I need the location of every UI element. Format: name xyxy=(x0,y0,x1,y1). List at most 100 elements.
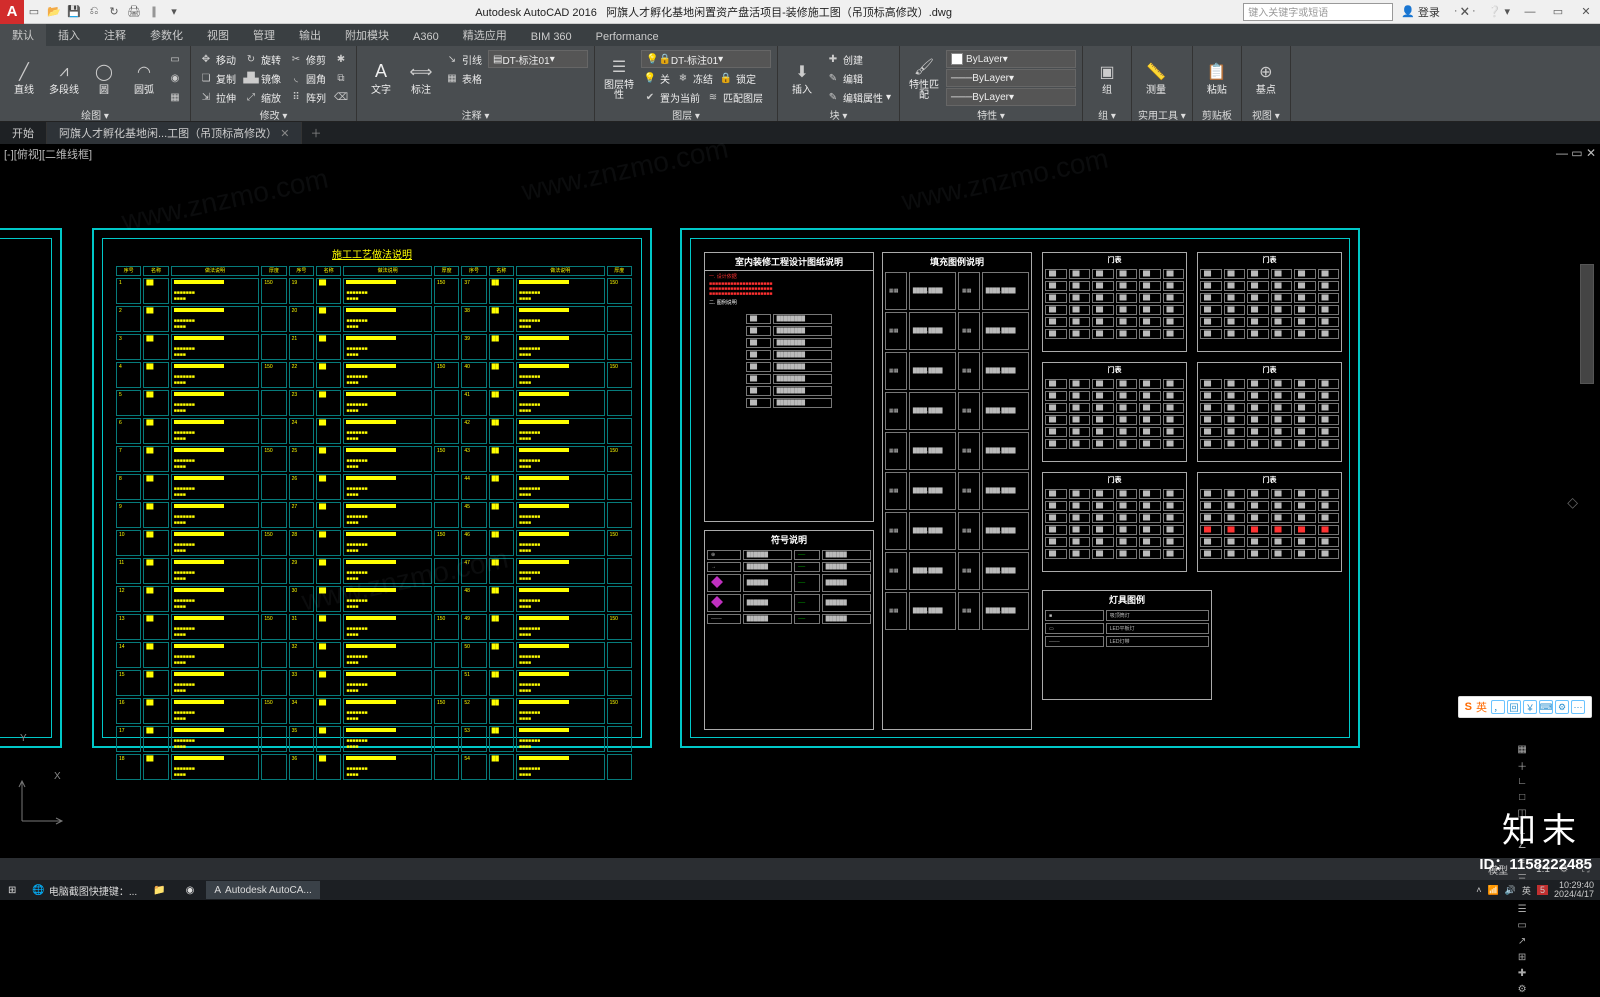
dim-style-combo[interactable]: ▤ DT-标注01 ▾ xyxy=(488,50,588,68)
ime-chip[interactable]: ， xyxy=(1491,700,1505,714)
status-toggle[interactable]: ∟ xyxy=(1514,773,1530,789)
tool-move[interactable]: ✥移动 xyxy=(197,50,238,68)
viewport-controls[interactable]: — ▭ ✕ xyxy=(1556,146,1596,160)
block-edit[interactable]: ✎编辑 xyxy=(824,69,893,87)
tool-line[interactable]: ╱直线 xyxy=(6,48,42,107)
block-create[interactable]: ✚创建 xyxy=(824,50,893,68)
ribbon-tab[interactable]: 插入 xyxy=(46,24,92,46)
tool-offset[interactable]: ⧉ xyxy=(332,69,350,87)
qat-button[interactable]: 💾 xyxy=(64,2,84,22)
status-toggle[interactable]: ⚙ xyxy=(1514,981,1530,997)
ribbon-tab[interactable]: 管理 xyxy=(241,24,287,46)
taskbar-item[interactable]: AAutodesk AutoCA... xyxy=(206,881,319,899)
tool-basepoint[interactable]: ⊕基点 xyxy=(1248,48,1284,107)
status-toggle[interactable]: ＋ xyxy=(1514,757,1530,773)
tool-leader[interactable]: ↘引线 xyxy=(443,50,484,68)
tool-stretch[interactable]: ⇲拉伸 xyxy=(197,88,238,106)
minimize-button[interactable]: — xyxy=(1516,2,1544,22)
ribbon-tab[interactable]: 精选应用 xyxy=(451,24,519,46)
tool-trim[interactable]: ✂修剪 xyxy=(287,50,328,68)
ribbon-tab[interactable]: 视图 xyxy=(195,24,241,46)
tool-arc[interactable]: ◠圆弧 xyxy=(126,48,162,107)
ime-chip[interactable]: ⋯ xyxy=(1571,700,1585,714)
ime-bar[interactable]: S英 ，回￥⌨⚙⋯ xyxy=(1458,696,1592,718)
layer-combo[interactable]: 💡🔒 DT-标注01 ▾ xyxy=(641,50,771,68)
panel-label[interactable]: 组 ▾ xyxy=(1089,107,1125,121)
tool-fillet[interactable]: ◟圆角 xyxy=(287,69,328,87)
tool-explode[interactable]: ✱ xyxy=(332,50,350,68)
ribbon-tab[interactable]: Performance xyxy=(584,28,671,46)
tray-badge[interactable]: 5 xyxy=(1537,885,1548,895)
taskbar-item[interactable]: ◉ xyxy=(178,881,207,899)
layer-setcurrent[interactable]: ✔置为当前 xyxy=(641,88,702,106)
app-menu-button[interactable]: A xyxy=(0,0,24,24)
status-toggle[interactable]: ✚ xyxy=(1514,965,1530,981)
tool-erase[interactable]: ⌫ xyxy=(332,88,350,106)
qat-button[interactable]: ↻ xyxy=(104,2,124,22)
tool-circle[interactable]: ◯圆 xyxy=(86,48,122,107)
ribbon-tab[interactable]: 默认 xyxy=(0,24,46,46)
tool-dimension[interactable]: ⟺标注 xyxy=(403,48,439,107)
system-tray[interactable]: ˄ 📶 🔊 英 5 10:29:402024/4/17 xyxy=(1476,881,1600,899)
tab-close-icon[interactable]: ✕ xyxy=(280,128,289,140)
ribbon-tab[interactable]: 输出 xyxy=(287,24,333,46)
viewport-label[interactable]: [-][俯视][二维线框] xyxy=(4,146,92,162)
status-toggle[interactable]: ↗ xyxy=(1514,933,1530,949)
panel-label[interactable]: 实用工具 ▾ xyxy=(1138,107,1186,121)
tool-table[interactable]: ▦表格 xyxy=(443,69,484,87)
qat-button[interactable]: 🖨 xyxy=(124,2,144,22)
tool-measure[interactable]: 📏测量 xyxy=(1138,48,1174,107)
ime-chip[interactable]: ￥ xyxy=(1523,700,1537,714)
panel-label[interactable]: 修改 ▾ xyxy=(197,107,350,121)
tool-paste[interactable]: 📋粘贴 xyxy=(1199,48,1235,107)
color-combo[interactable]: ByLayer ▾ xyxy=(946,50,1076,68)
ribbon-tab[interactable]: 附加模块 xyxy=(333,24,401,46)
status-toggle[interactable]: ⊞ xyxy=(1514,949,1530,965)
layer-off[interactable]: 💡关 xyxy=(641,69,672,87)
tool-group[interactable]: ▣组 xyxy=(1089,48,1125,107)
sign-in-button[interactable]: 👤 登录 xyxy=(1401,4,1440,20)
panel-label[interactable]: 图层 ▾ xyxy=(601,107,771,121)
tool-scale[interactable]: ⤢缩放 xyxy=(242,88,283,106)
maximize-button[interactable]: ▭ xyxy=(1544,2,1572,22)
tool-ellipse[interactable]: ◉ xyxy=(166,69,184,87)
tool-rotate[interactable]: ↻旋转 xyxy=(242,50,283,68)
tool-rect[interactable]: ▭ xyxy=(166,50,184,68)
volume-icon[interactable]: 🔊 xyxy=(1505,885,1516,896)
qat-button[interactable]: 📂 xyxy=(44,2,64,22)
ime-chip[interactable]: ⚙ xyxy=(1555,700,1569,714)
wifi-icon[interactable]: 📶 xyxy=(1487,885,1498,896)
panel-label[interactable]: 特性 ▾ xyxy=(906,107,1076,121)
ime-chip[interactable]: 回 xyxy=(1507,700,1521,714)
taskbar-item[interactable]: 🌐电脑截图快捷键：... xyxy=(24,881,145,899)
ribbon-tab[interactable]: A360 xyxy=(401,28,451,46)
status-toggle[interactable]: ▭ xyxy=(1514,917,1530,933)
tool-mirror[interactable]: ▟▙镜像 xyxy=(242,69,283,87)
chevron-up-icon[interactable]: ˄ xyxy=(1476,885,1481,895)
panel-label[interactable]: 块 ▾ xyxy=(784,107,893,121)
panel-label[interactable]: 注释 ▾ xyxy=(363,107,588,121)
lineweight-combo[interactable]: ─── ByLayer ▾ xyxy=(946,69,1076,87)
file-tab-doc[interactable]: 阿旗人才孵化基地闲...工图（吊顶标高修改） ✕ xyxy=(47,122,302,144)
tool-polyline[interactable]: ⩘多段线 xyxy=(46,48,82,107)
tool-array[interactable]: ⠿阵列 xyxy=(287,88,328,106)
status-toggle[interactable]: ☰ xyxy=(1514,901,1530,917)
qat-button[interactable]: ⎌ xyxy=(84,2,104,22)
start-button[interactable]: ⊞ xyxy=(0,881,24,899)
file-tab-start[interactable]: 开始 xyxy=(0,122,47,144)
panel-label[interactable]: 剪贴板 xyxy=(1199,107,1235,121)
panel-label[interactable]: 绘图 ▾ xyxy=(6,107,184,121)
layer-match[interactable]: ≋匹配图层 xyxy=(704,88,765,106)
props-match[interactable]: 🖌特性匹配 xyxy=(906,48,942,107)
panel-label[interactable]: 视图 ▾ xyxy=(1248,107,1284,121)
tool-hatch[interactable]: ▦ xyxy=(166,88,184,106)
layer-freeze[interactable]: ❄冻结 xyxy=(674,69,715,87)
drawing-canvas[interactable]: [-][俯视][二维线框] — ▭ ✕ ◇ 施工工艺做法说明 序号名称做法说明厚… xyxy=(0,144,1600,856)
qat-button[interactable]: ∥ xyxy=(144,2,164,22)
block-insert[interactable]: ⬇插入 xyxy=(784,48,820,107)
layer-properties[interactable]: ☰图层特性 xyxy=(601,48,637,107)
tool-copy[interactable]: ❏复制 xyxy=(197,69,238,87)
help-search-input[interactable]: 键入关键字或短语 xyxy=(1243,3,1393,21)
tool-text[interactable]: A文字 xyxy=(363,48,399,107)
file-tab-add[interactable]: ＋ xyxy=(302,122,329,144)
